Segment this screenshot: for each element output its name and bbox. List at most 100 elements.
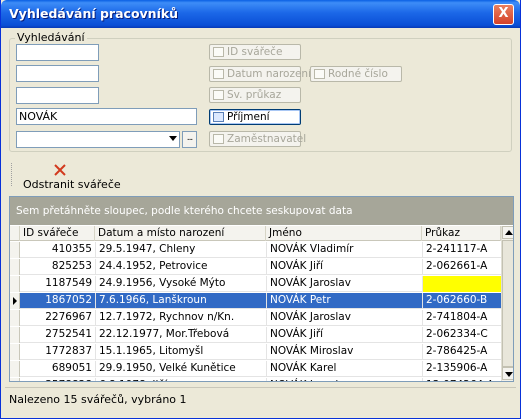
scroll-down-button[interactable] [502,367,513,380]
cell-id[interactable]: 1772837 [20,344,95,360]
search-rodne-cislo-label: Rodné číslo [328,68,388,80]
search-icon [213,90,224,100]
cell-card[interactable] [422,276,501,292]
cell-id[interactable]: 689051 [20,361,95,377]
cell-card[interactable]: 2-241117-A [422,242,501,258]
close-button[interactable]: X [493,4,514,25]
cell-birth[interactable]: 15.1.1965, Litomyšl [95,344,266,360]
search-rodne-cislo-button[interactable]: Rodné číslo [310,66,402,82]
column-header-card[interactable]: Průkaz [422,226,501,241]
cell-name[interactable]: NOVÁK Jaroslav [266,276,422,292]
status-bar: Nalezeno 15 svářečů, vybráno 1 [5,387,516,413]
row-indicator[interactable] [10,361,20,377]
cell-name[interactable]: NOVÁK Petr [266,293,422,309]
cell-name[interactable]: NOVÁK Jaroslav [266,378,422,381]
scroll-thumb[interactable] [502,240,513,367]
table-row[interactable]: 1867052 7.6.1966, Lanškroun NOVÁK Petr 2-06… [10,293,501,309]
cell-name[interactable]: NOVÁK Jiří [266,259,422,275]
search-group-legend: Vyhledávání [15,31,87,44]
table-row[interactable]: 689051 29.9.1950, Velké Kunětice NOVÁK Kar… [10,361,501,377]
search-datum-narozeni-label: Datum narození [227,68,311,80]
cell-birth[interactable]: 24.9.1956, Vysoké Mýto [95,276,266,292]
table-row[interactable]: 2276967 12.7.1972, Rychnov n/Kn. NOVÁK Jar… [10,310,501,326]
cell-birth[interactable]: 29.5.1947, Chleny [95,242,266,258]
row-indicator[interactable] [10,327,20,343]
chevron-up-icon [505,230,513,235]
search-icon [213,69,224,79]
chevron-down-icon[interactable] [169,136,177,141]
search-sv-prukaz-label: Sv. průkaz [227,89,282,101]
title-bar[interactable]: Vyhledávání pracovníků X [1,0,520,28]
table-row[interactable]: 410355 29.5.1947, Chleny NOVÁK Vladimír 2-2… [10,242,501,258]
remove-welder-button[interactable]: Odstranit svářeče [23,178,121,191]
delete-x-icon[interactable] [53,163,67,177]
employer-browse-button[interactable]: ... [182,131,197,148]
window-title: Vyhledávání pracovníků [9,6,179,21]
search-zamestnavatel-button[interactable]: Zaměstnavatel [209,131,306,147]
group-by-panel[interactable]: Sem přetáhněte sloupec, podle kterého ch… [10,197,513,225]
row-indicator[interactable] [10,242,20,258]
table-row[interactable]: 2752541 22.12.1977, Mor.Třebová NOVÁK Jiří… [10,327,501,343]
search-icon [213,112,224,122]
row-indicator[interactable] [10,293,20,309]
status-text: Nalezeno 15 svářečů, vybráno 1 [9,393,187,406]
cell-id[interactable]: 1187549 [20,276,95,292]
cell-id[interactable]: 2752541 [20,327,95,343]
cell-card[interactable]: 2-062334-C [422,327,501,343]
search-prijmeni-label: Příjmení [227,111,270,123]
cell-birth[interactable]: 24.4.1952, Petrovice [95,259,266,275]
current-row-arrow-icon [13,297,17,305]
cell-id[interactable]: 2276967 [20,310,95,326]
cell-name[interactable]: NOVÁK Vladimír [266,242,422,258]
row-indicator[interactable] [10,276,20,292]
datum-narozeni-field[interactable] [16,65,99,82]
table-row[interactable]: 35788286.8.1978, JičínNOVÁK Jaroslav13-0… [10,378,501,381]
grid-header: ID svářeče Datum a místo narození Jméno … [10,226,501,241]
cell-birth[interactable]: 7.6.1966, Lanškroun [95,293,266,309]
column-header-name[interactable]: Jméno [266,226,422,241]
cell-birth[interactable]: 29.9.1950, Velké Kunětice [95,361,266,377]
sv-prukaz-field[interactable] [16,87,99,104]
column-header-birth[interactable]: Datum a místo narození [95,226,266,241]
cell-id[interactable]: 825253 [20,259,95,275]
cell-name[interactable]: NOVÁK Miroslav [266,344,422,360]
table-row[interactable]: 825253 24.4.1952, Petrovice NOVÁK Jiří 2-06… [10,259,501,275]
search-id-svarece-button[interactable]: ID svářeče [209,44,301,60]
cell-id[interactable]: 3578828 [20,378,95,381]
cell-card[interactable]: 2-062660-B [422,293,501,309]
cell-card[interactable]: 2-062661-A [422,259,501,275]
scroll-up-button[interactable] [502,226,513,239]
cell-birth[interactable]: 12.7.1972, Rychnov n/Kn. [95,310,266,326]
search-zamestnavatel-label: Zaměstnavatel [227,133,307,145]
cell-birth[interactable]: 6.8.1978, Jičín [95,378,266,381]
cell-card[interactable]: 2-741804-A [422,310,501,326]
cell-birth[interactable]: 22.12.1977, Mor.Třebová [95,327,266,343]
search-icon [213,134,224,144]
cell-name[interactable]: NOVÁK Karel [266,361,422,377]
cell-id[interactable]: 410355 [20,242,95,258]
cell-card[interactable]: 2-786425-A [422,344,501,360]
search-prijmeni-button[interactable]: Příjmení [209,109,301,125]
employer-combo[interactable] [16,131,180,148]
cell-name[interactable]: NOVÁK Jiří [266,327,422,343]
vertical-scrollbar[interactable] [501,226,513,381]
prijmeni-field[interactable]: NOVÁK [16,108,197,125]
column-header-id[interactable]: ID svářeče [20,226,95,241]
cell-card[interactable]: 2-135906-A [422,361,501,377]
search-sv-prukaz-button[interactable]: Sv. průkaz [209,87,301,103]
table-row[interactable]: 1772837 15.1.1965, Litomyšl NOVÁK Miroslav… [10,344,501,360]
row-indicator[interactable] [10,378,20,381]
chevron-down-icon [505,372,513,377]
id-svarece-field[interactable] [16,44,99,61]
row-indicator[interactable] [10,344,20,360]
row-indicator[interactable] [10,259,20,275]
toolbar-grip [11,163,12,186]
row-indicator[interactable] [10,310,20,326]
cell-card[interactable]: 13-074264-A [422,378,501,381]
cell-id[interactable]: 1867052 [20,293,95,309]
table-row[interactable]: 1187549 24.9.1956, Vysoké Mýto NOVÁK Jaros… [10,276,501,292]
search-datum-narozeni-button[interactable]: Datum narození [209,66,311,82]
header-indicator [10,226,20,241]
cell-name[interactable]: NOVÁK Jaroslav [266,310,422,326]
employer-combo-value [17,132,23,148]
